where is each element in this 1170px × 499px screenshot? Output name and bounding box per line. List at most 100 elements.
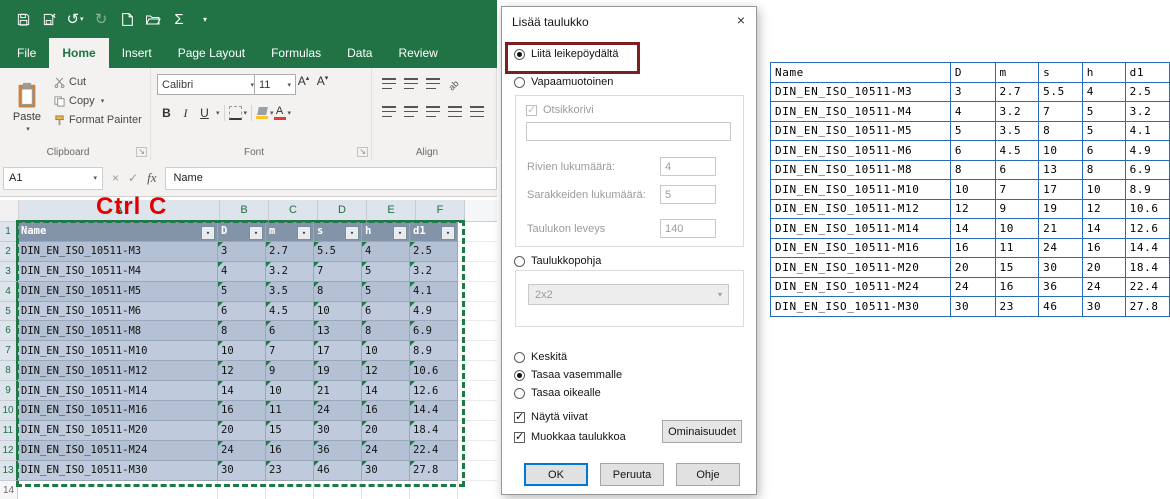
bold-button[interactable]: B bbox=[157, 106, 176, 120]
cell[interactable]: 4.5 bbox=[266, 302, 314, 322]
cell[interactable]: 14 bbox=[218, 381, 266, 401]
cell[interactable] bbox=[458, 481, 497, 499]
column-header-E[interactable]: E bbox=[367, 200, 416, 222]
cell[interactable]: 12.6 bbox=[410, 381, 458, 401]
table-header-cell[interactable]: s▾ bbox=[314, 222, 362, 242]
cell[interactable]: 14.4 bbox=[410, 401, 458, 421]
cell[interactable] bbox=[18, 481, 218, 499]
cell[interactable]: DIN_EN_ISO_10511-M12 bbox=[18, 361, 218, 381]
help-button[interactable]: Ohje bbox=[676, 463, 740, 486]
cell[interactable]: DIN_EN_ISO_10511-M6 bbox=[18, 302, 218, 322]
cell[interactable]: 4 bbox=[362, 242, 410, 262]
cell[interactable]: 18.4 bbox=[410, 421, 458, 441]
checkbox-edit-table[interactable]: Muokkaa taulukkoa bbox=[514, 431, 626, 443]
enter-icon[interactable]: ✓ bbox=[128, 171, 138, 185]
decrease-font-icon[interactable]: A▾ bbox=[313, 74, 332, 88]
column-header-D[interactable]: D bbox=[318, 200, 367, 222]
cell[interactable] bbox=[410, 481, 458, 499]
cell[interactable]: 10.6 bbox=[410, 361, 458, 381]
tab-review[interactable]: Review bbox=[385, 38, 450, 68]
autosum-icon[interactable]: Σ bbox=[166, 6, 192, 32]
select-all-corner[interactable] bbox=[0, 200, 19, 222]
font-dialog-launcher-icon[interactable]: ↘ bbox=[357, 147, 368, 157]
row-header-5[interactable]: 5 bbox=[0, 302, 18, 322]
cell[interactable]: DIN_EN_ISO_10511-M5 bbox=[18, 282, 218, 302]
inserted-cad-table[interactable]: NameDmshd1 DIN_EN_ISO_10511-M332.75.542.… bbox=[770, 62, 1170, 317]
cell[interactable]: 24 bbox=[362, 441, 410, 461]
cell[interactable] bbox=[266, 481, 314, 499]
open-icon[interactable] bbox=[140, 6, 166, 32]
cell[interactable] bbox=[362, 481, 410, 499]
cell[interactable] bbox=[458, 341, 497, 361]
cell[interactable]: 3.2 bbox=[266, 262, 314, 282]
row-header-1[interactable]: 1 bbox=[0, 222, 18, 242]
row-header-3[interactable]: 3 bbox=[0, 262, 18, 282]
radio-paste-from-clipboard[interactable]: Liitä leikepöydältä bbox=[514, 48, 618, 60]
cell[interactable]: 12 bbox=[218, 361, 266, 381]
cell[interactable]: 16 bbox=[218, 401, 266, 421]
cell[interactable]: 20 bbox=[218, 421, 266, 441]
tab-data[interactable]: Data bbox=[334, 38, 385, 68]
cell[interactable]: DIN_EN_ISO_10511-M14 bbox=[18, 381, 218, 401]
cell[interactable]: 22.4 bbox=[410, 441, 458, 461]
filter-button[interactable]: ▾ bbox=[345, 226, 359, 240]
cell[interactable] bbox=[458, 361, 497, 381]
cell[interactable]: 11 bbox=[266, 401, 314, 421]
cell[interactable]: 13 bbox=[314, 321, 362, 341]
cell[interactable]: 8.9 bbox=[410, 341, 458, 361]
radio-freeform[interactable]: Vapaamuotoinen bbox=[514, 76, 613, 88]
cancel-button[interactable]: Peruuta bbox=[600, 463, 664, 486]
cell[interactable]: 9 bbox=[266, 361, 314, 381]
checkbox-show-lines[interactable]: Näytä viivat bbox=[514, 411, 588, 423]
cell[interactable]: DIN_EN_ISO_10511-M24 bbox=[18, 441, 218, 461]
cell[interactable]: DIN_EN_ISO_10511-M8 bbox=[18, 321, 218, 341]
filter-button[interactable]: ▾ bbox=[441, 226, 455, 240]
cell[interactable]: DIN_EN_ISO_10511-M30 bbox=[18, 461, 218, 481]
cell[interactable] bbox=[458, 302, 497, 322]
cell[interactable] bbox=[458, 242, 497, 262]
row-header-13[interactable]: 13 bbox=[0, 461, 18, 481]
cell[interactable]: 3 bbox=[218, 242, 266, 262]
orientation-icon[interactable]: ab bbox=[447, 75, 464, 92]
tab-file[interactable]: File bbox=[4, 38, 49, 68]
font-name-select[interactable]: Calibri ▾ bbox=[157, 74, 259, 95]
cell[interactable]: 6.9 bbox=[410, 321, 458, 341]
row-header-9[interactable]: 9 bbox=[0, 381, 18, 401]
filter-button[interactable]: ▾ bbox=[297, 226, 311, 240]
tab-page-layout[interactable]: Page Layout bbox=[165, 38, 258, 68]
properties-button[interactable]: Ominaisuudet bbox=[662, 420, 742, 443]
borders-icon[interactable] bbox=[229, 106, 242, 120]
cell[interactable]: 24 bbox=[314, 401, 362, 421]
align-bottom-icon[interactable] bbox=[426, 78, 440, 89]
ok-button[interactable]: OK bbox=[524, 463, 588, 486]
cell[interactable]: 5 bbox=[362, 262, 410, 282]
align-right-icon[interactable] bbox=[426, 106, 440, 117]
format-painter-button[interactable]: Format Painter bbox=[54, 114, 142, 126]
cancel-icon[interactable]: × bbox=[112, 171, 119, 185]
cell[interactable] bbox=[458, 381, 497, 401]
cell[interactable]: 10 bbox=[314, 302, 362, 322]
radio-align-left[interactable]: Tasaa vasemmalle bbox=[514, 369, 622, 381]
cell[interactable]: 20 bbox=[362, 421, 410, 441]
italic-button[interactable]: I bbox=[176, 106, 195, 121]
align-left-icon[interactable] bbox=[382, 106, 396, 117]
save-icon[interactable] bbox=[10, 6, 36, 32]
cell[interactable]: 10 bbox=[266, 381, 314, 401]
cell[interactable]: 14 bbox=[362, 381, 410, 401]
cell[interactable]: 6 bbox=[266, 321, 314, 341]
formula-input[interactable]: Name bbox=[165, 167, 497, 190]
radio-align-right[interactable]: Tasaa oikealle bbox=[514, 387, 601, 399]
decrease-indent-icon[interactable] bbox=[448, 106, 462, 117]
cell[interactable] bbox=[458, 401, 497, 421]
row-header-4[interactable]: 4 bbox=[0, 282, 18, 302]
row-header-8[interactable]: 8 bbox=[0, 361, 18, 381]
cell[interactable] bbox=[458, 421, 497, 441]
table-header-cell[interactable]: m▾ bbox=[266, 222, 314, 242]
cell[interactable] bbox=[458, 222, 497, 242]
cut-button[interactable]: Cut bbox=[54, 76, 142, 88]
cell[interactable]: 4.9 bbox=[410, 302, 458, 322]
radio-center[interactable]: Keskitä bbox=[514, 351, 567, 363]
cell[interactable]: 16 bbox=[266, 441, 314, 461]
cell[interactable]: 6 bbox=[218, 302, 266, 322]
cell[interactable]: 5 bbox=[362, 282, 410, 302]
